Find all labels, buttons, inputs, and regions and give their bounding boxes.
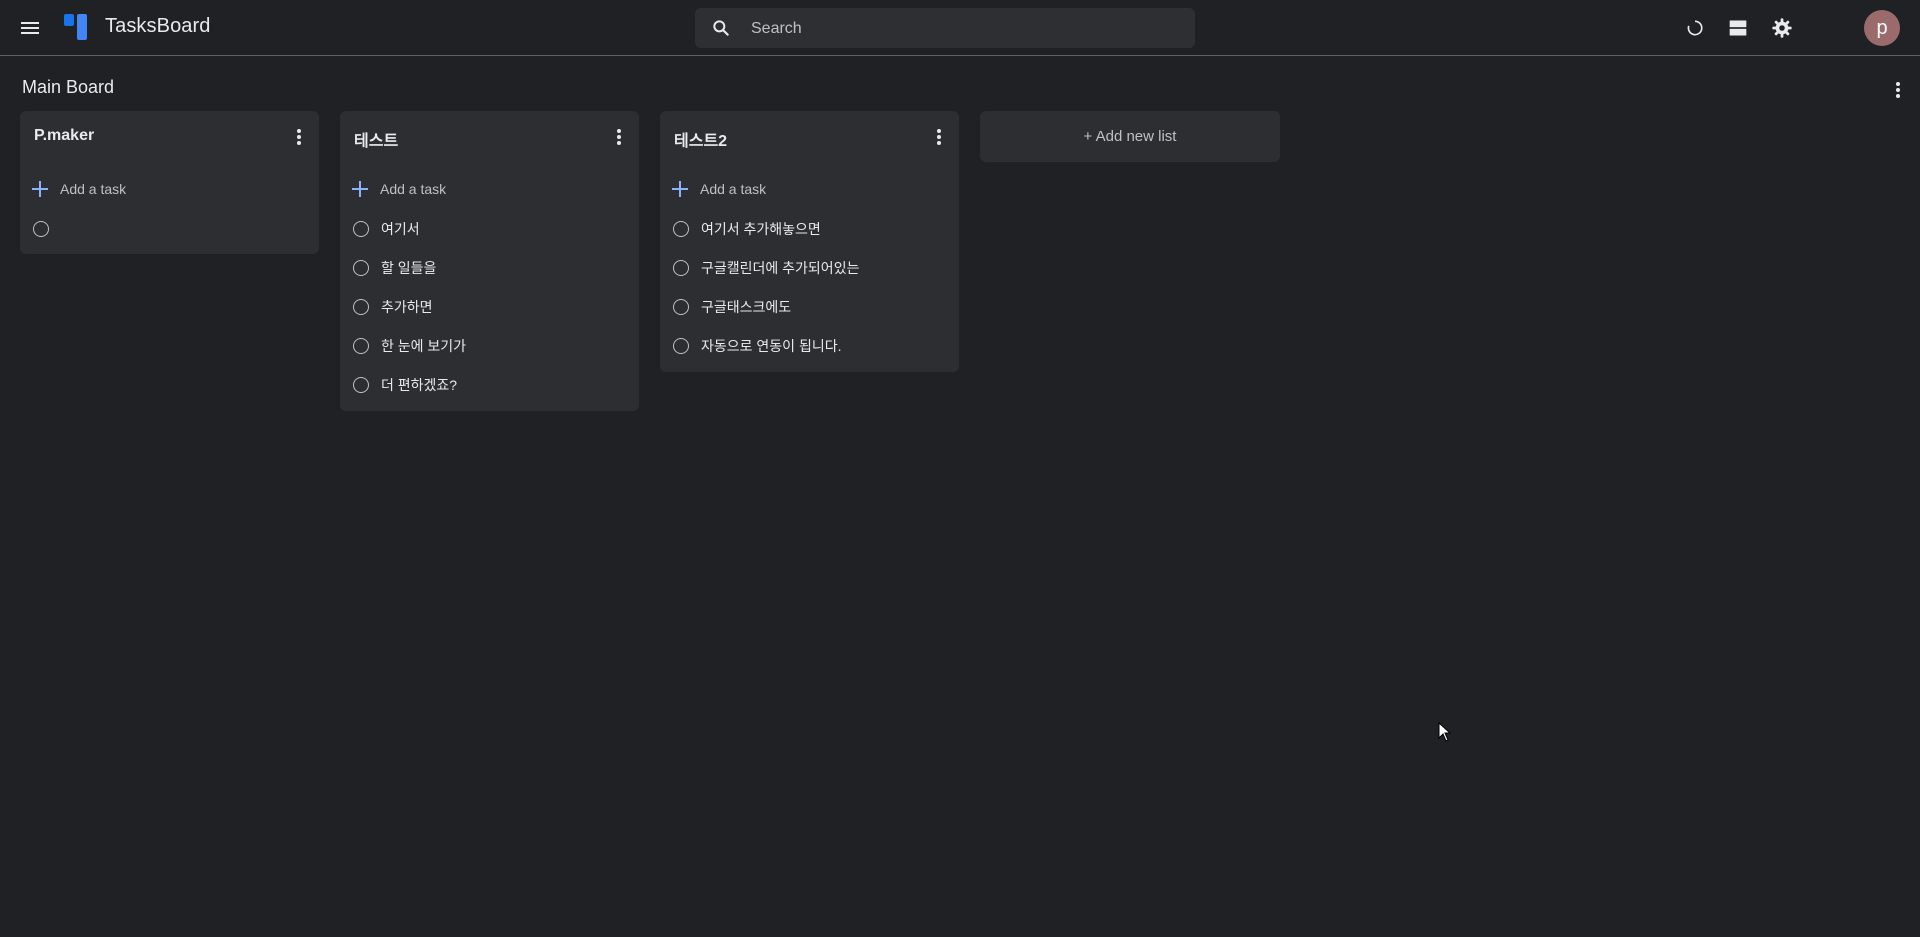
plus-icon: [672, 181, 688, 197]
task-text[interactable]: 할 일들을: [381, 258, 436, 278]
refresh-button[interactable]: [1679, 12, 1711, 44]
task-items: [20, 219, 319, 258]
search-input[interactable]: [749, 8, 1183, 50]
task-checkbox[interactable]: [353, 260, 369, 276]
plus-icon: [352, 181, 368, 197]
layout-icon: [1729, 20, 1747, 36]
task-text[interactable]: 여기서 추가해놓으면: [701, 219, 821, 239]
task-items: 여기서 할 일들을 추가하면 한 눈에 보기가 더 편하겠죠?: [340, 219, 639, 414]
app-title: TasksBoard: [105, 15, 211, 37]
task-list: 테스트 Add a task 여기서 할 일들을 추가하면 한 눈에 보기가 더…: [340, 111, 639, 411]
search-box[interactable]: [695, 8, 1195, 50]
hamburger-icon: [21, 22, 39, 34]
list-menu-button[interactable]: [605, 123, 633, 151]
top-bar: TasksBoard Search p: [0, 0, 1920, 56]
task-list: 테스트2 Add a task 여기서 추가해놓으면 구글캘린더에 추가되어있는…: [660, 111, 959, 372]
task-text[interactable]: 더 편하겠죠?: [381, 375, 457, 395]
task-item[interactable]: 구글캘린더에 추가되어있는: [660, 258, 959, 297]
gear-icon: [1772, 18, 1792, 38]
task-list: P.maker Add a task: [20, 111, 319, 254]
avatar[interactable]: p: [1864, 10, 1900, 46]
task-checkbox[interactable]: [33, 221, 49, 237]
task-item[interactable]: 여기서 추가해놓으면: [660, 219, 959, 258]
task-item[interactable]: 더 편하겠죠?: [340, 375, 639, 414]
add-task-button[interactable]: Add a task: [672, 179, 766, 199]
board-title: Main Board: [22, 77, 115, 97]
add-task-label: Add a task: [700, 181, 767, 197]
task-checkbox[interactable]: [673, 260, 689, 276]
task-checkbox[interactable]: [353, 338, 369, 354]
list-menu-button[interactable]: [925, 123, 953, 151]
task-item[interactable]: [20, 219, 319, 258]
refresh-icon: [1687, 20, 1703, 36]
search-icon: [713, 20, 729, 36]
board-menu-button[interactable]: [1884, 76, 1912, 104]
list-menu-button[interactable]: [285, 123, 313, 151]
task-checkbox[interactable]: [353, 221, 369, 237]
task-text[interactable]: 구글태스크에도: [701, 297, 791, 317]
more-vert-icon: [297, 129, 301, 145]
task-text[interactable]: 한 눈에 보기가: [381, 336, 466, 356]
task-checkbox[interactable]: [673, 338, 689, 354]
task-text[interactable]: 구글캘린더에 추가되어있는: [701, 258, 859, 278]
task-checkbox[interactable]: [353, 299, 369, 315]
list-title: 테스트2: [674, 133, 728, 150]
add-task-label: Add a task: [380, 181, 447, 197]
more-vert-icon: [937, 129, 941, 145]
task-item[interactable]: 추가하면: [340, 297, 639, 336]
list-title: P.maker: [34, 127, 95, 144]
add-new-list-button[interactable]: + Add new list: [980, 111, 1280, 162]
task-item[interactable]: 할 일들을: [340, 258, 639, 297]
task-item[interactable]: 여기서: [340, 219, 639, 258]
more-vert-icon: [1896, 82, 1900, 98]
task-item[interactable]: 자동으로 연동이 됩니다.: [660, 336, 959, 375]
add-task-label: Add a task: [60, 181, 127, 197]
layout-toggle-button[interactable]: [1722, 12, 1754, 44]
task-text[interactable]: 여기서: [381, 219, 420, 239]
app-logo: [64, 14, 92, 42]
task-item[interactable]: 한 눈에 보기가: [340, 336, 639, 375]
task-checkbox[interactable]: [673, 299, 689, 315]
task-items: 여기서 추가해놓으면 구글캘린더에 추가되어있는 구글태스크에도 자동으로 연동…: [660, 219, 959, 375]
task-text[interactable]: 자동으로 연동이 됩니다.: [701, 336, 841, 356]
main-menu-button[interactable]: [14, 12, 46, 44]
task-checkbox[interactable]: [673, 221, 689, 237]
plus-icon: [32, 181, 48, 197]
add-task-button[interactable]: Add a task: [352, 179, 446, 199]
settings-button[interactable]: [1766, 12, 1798, 44]
list-title: 테스트: [354, 133, 399, 150]
add-task-button[interactable]: Add a task: [32, 179, 126, 199]
task-item[interactable]: 구글태스크에도: [660, 297, 959, 336]
mouse-cursor-icon: [1438, 722, 1452, 742]
task-text[interactable]: 추가하면: [381, 297, 433, 317]
more-vert-icon: [617, 129, 621, 145]
task-checkbox[interactable]: [353, 377, 369, 393]
